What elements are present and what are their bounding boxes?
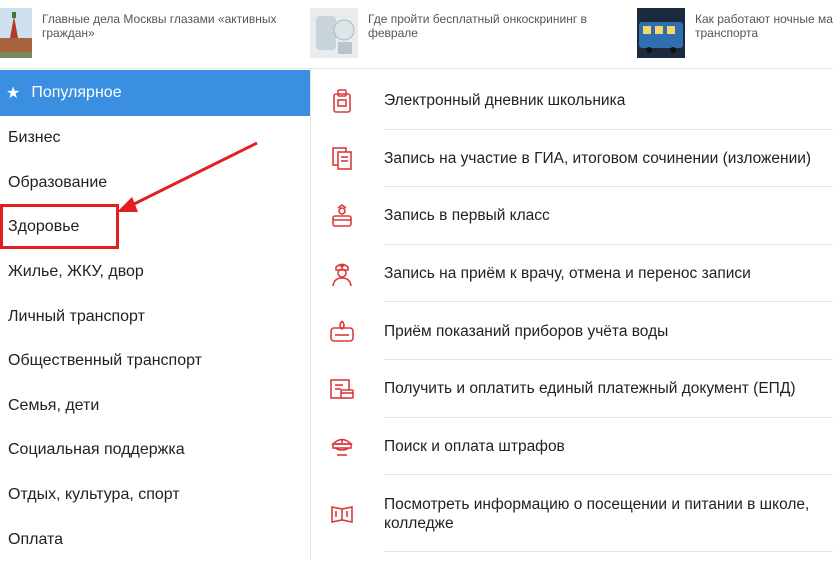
sidebar-item-public-transport[interactable]: Общественный транспорт [0, 339, 310, 384]
sidebar-item-label: Оплата [8, 530, 64, 548]
service-item[interactable]: Электронный дневник школьника [325, 72, 833, 130]
payment-document-icon [325, 377, 359, 401]
school-diary-icon [325, 88, 359, 114]
star-icon: ★ [6, 85, 21, 102]
sidebar-item-leisure[interactable]: Отдых, культура, спорт [0, 473, 310, 518]
service-label: Посмотреть информацию о посещении и пита… [384, 495, 810, 532]
service-label: Запись на участие в ГИА, итоговом сочине… [384, 149, 812, 167]
divider [384, 551, 833, 553]
news-item[interactable]: Как работают ночные ма транспорта [637, 8, 833, 58]
news-item[interactable]: Где пройти бесплатный онкоскрининг в фев… [310, 8, 598, 58]
news-title: Как работают ночные ма транспорта [695, 12, 833, 40]
exam-document-icon [325, 146, 359, 171]
sidebar-item-label: Популярное [31, 84, 122, 101]
service-item[interactable]: Посмотреть информацию о посещении и пита… [325, 475, 833, 553]
police-cap-icon [325, 434, 359, 458]
service-item[interactable]: Запись на приём к врачу, отмена и перено… [325, 245, 833, 303]
service-item[interactable]: Поиск и оплата штрафов [325, 418, 833, 476]
service-item[interactable]: Запись в первый класс [325, 187, 833, 245]
kremlin-thumbnail [0, 8, 32, 58]
sidebar-item-personal-transport[interactable]: Личный транспорт [0, 294, 310, 339]
sidebar-item-education[interactable]: Образование [0, 161, 310, 206]
service-item[interactable]: Приём показаний приборов учёта воды [325, 302, 833, 360]
doctor-icon [325, 261, 359, 287]
service-label: Электронный дневник школьника [384, 92, 626, 110]
highlight-box [0, 204, 119, 249]
services-list: Электронный дневник школьника Запись на … [325, 72, 833, 553]
sidebar-item-label: Семья, дети [8, 396, 100, 414]
news-item[interactable]: Главные дела Москвы глазами «активных гр… [0, 8, 282, 58]
news-strip: Главные дела Москвы глазами «активных гр… [0, 0, 833, 69]
sidebar-item-family[interactable]: Семья, дети [0, 384, 310, 429]
school-meals-icon [325, 502, 359, 526]
sidebar-item-label: Жилье, ЖКУ, двор [8, 263, 144, 281]
sidebar-item-popular[interactable]: ★ Популярное [0, 70, 310, 116]
sidebar-item-label: Общественный транспорт [8, 352, 202, 370]
service-label: Запись на приём к врачу, отмена и перено… [384, 265, 751, 283]
service-item[interactable]: Получить и оплатить единый платежный док… [325, 360, 833, 418]
news-title: Где пройти бесплатный онкоскрининг в фев… [368, 12, 587, 40]
sidebar-item-label: Личный транспорт [8, 307, 145, 325]
sidebar-item-label: Бизнес [8, 129, 61, 147]
service-label: Получить и оплатить единый платежный док… [384, 380, 796, 398]
sidebar-item-business[interactable]: Бизнес [0, 116, 310, 161]
water-meter-icon [325, 319, 359, 343]
sidebar-item-social-support[interactable]: Социальная поддержка [0, 428, 310, 473]
first-class-icon [325, 203, 359, 228]
service-label: Приём показаний приборов учёта воды [384, 322, 669, 340]
service-label: Поиск и оплата штрафов [384, 437, 565, 455]
sidebar-item-housing[interactable]: Жилье, ЖКУ, двор [0, 250, 310, 295]
service-item[interactable]: Запись на участие в ГИА, итоговом сочине… [325, 130, 833, 188]
sidebar-item-payment[interactable]: Оплата [0, 517, 310, 562]
medical-equipment-thumbnail [310, 8, 358, 58]
night-bus-thumbnail [637, 8, 685, 58]
sidebar-item-label: Отдых, культура, спорт [8, 486, 180, 504]
sidebar-item-label: Образование [8, 173, 108, 191]
category-sidebar: ★ Популярное Бизнес Образование Здоровье… [0, 70, 311, 560]
sidebar-item-label: Социальная поддержка [8, 441, 185, 459]
news-title: Главные дела Москвы глазами «активных гр… [42, 12, 277, 40]
service-label: Запись в первый класс [384, 207, 550, 225]
